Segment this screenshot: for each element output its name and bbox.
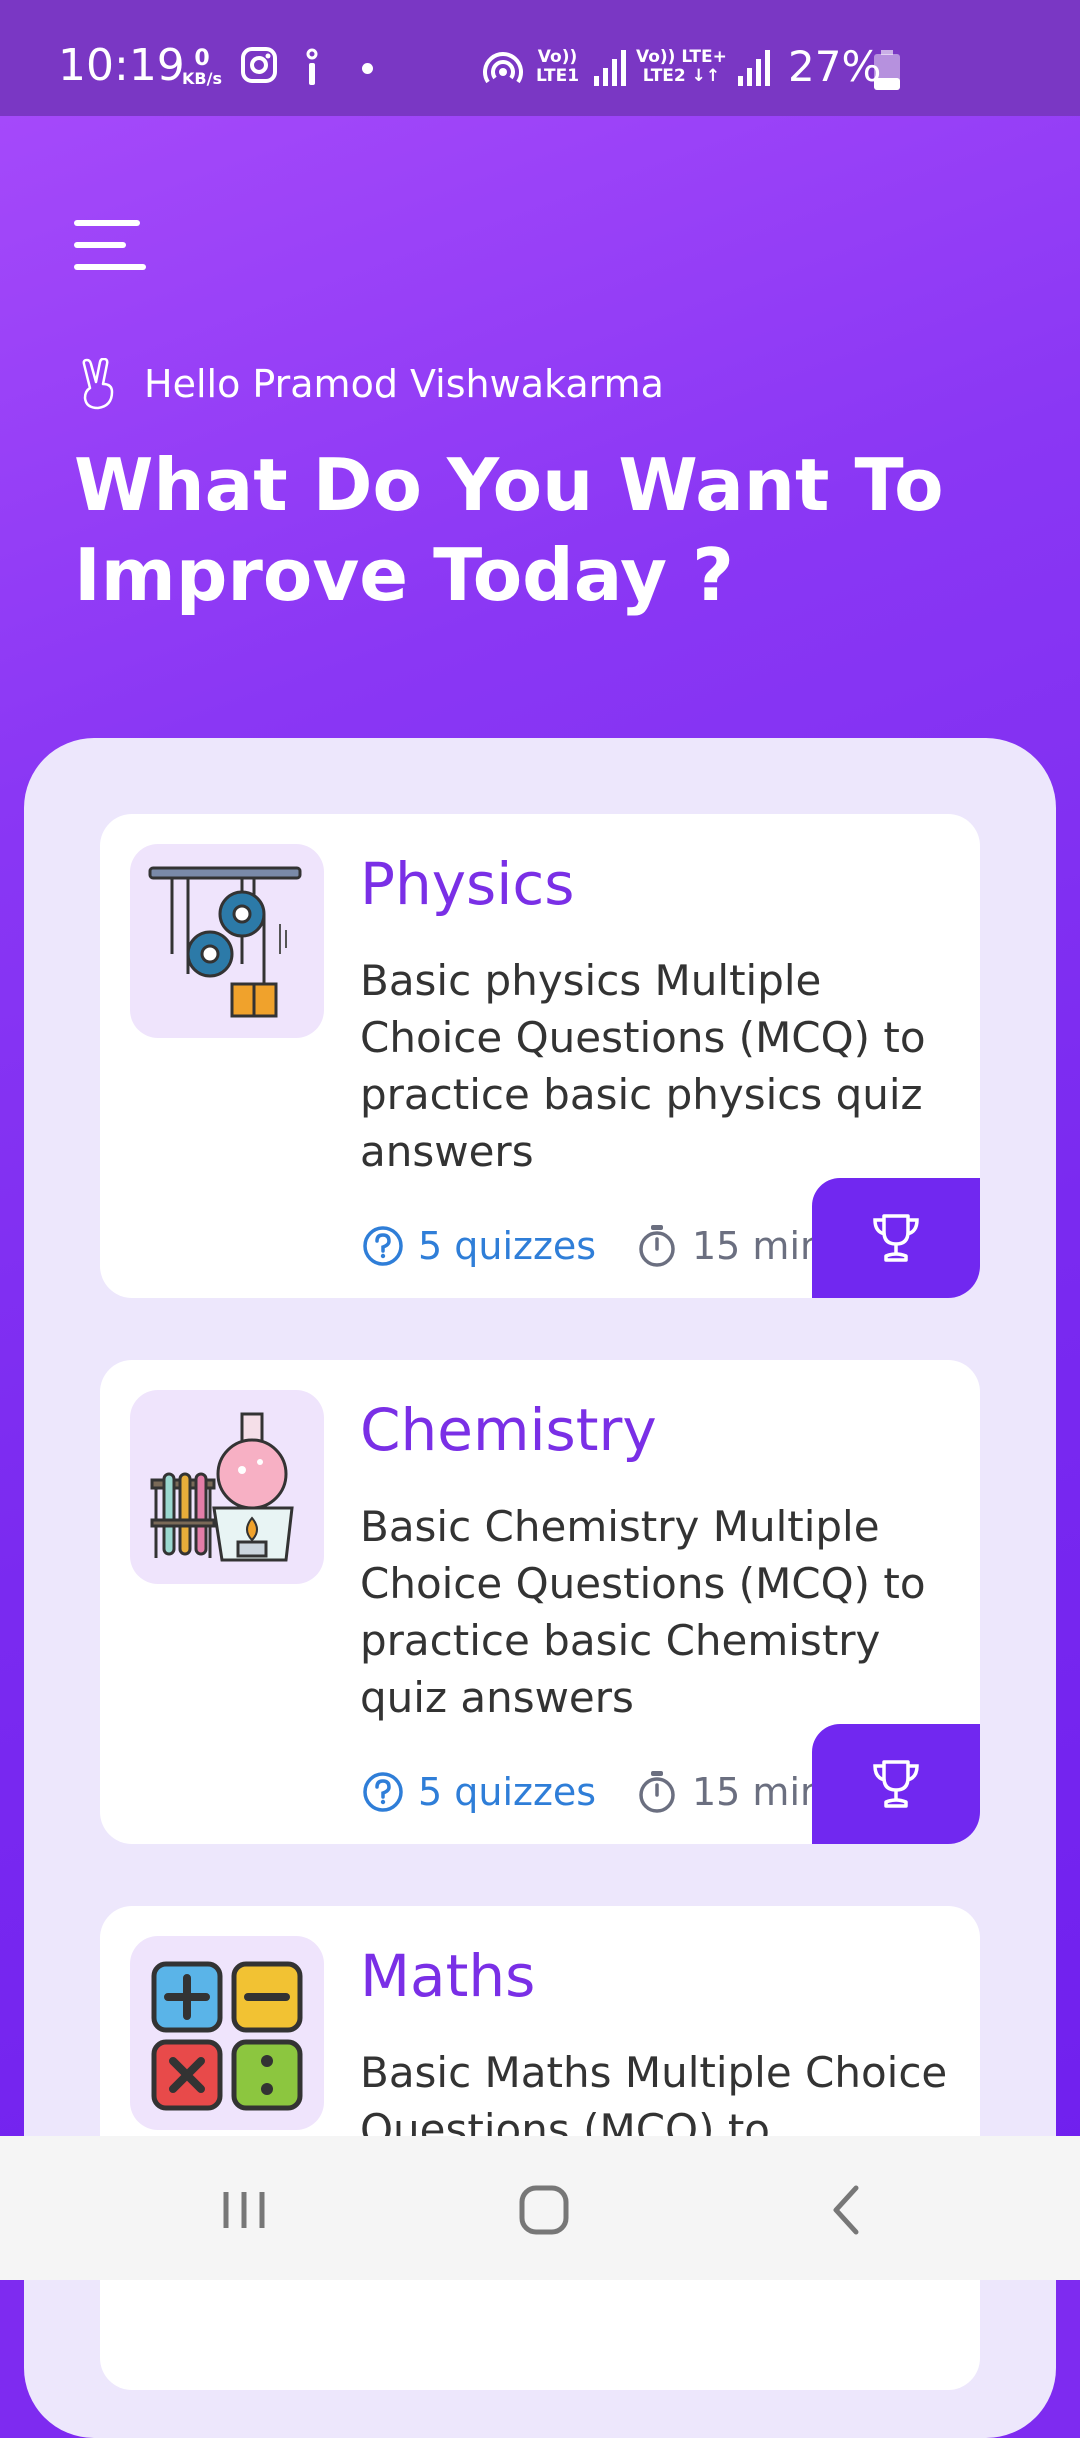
subject-thumbnail — [130, 844, 324, 1038]
trophy-icon — [873, 1760, 919, 1808]
trophy-icon — [873, 1214, 919, 1262]
subject-card-chemistry[interactable]: Chemistry Basic Chemistry Multiple Choic… — [100, 1360, 980, 1844]
quiz-count[interactable]: 5 quizzes — [362, 1224, 596, 1268]
timer-icon — [639, 1225, 675, 1267]
instagram-icon — [241, 47, 277, 83]
greeting: Hello Pramod Vishwakarma — [78, 358, 664, 410]
notification-dot — [362, 63, 373, 74]
signal-icon — [594, 50, 626, 86]
signal-icon — [738, 50, 770, 86]
menu-button[interactable] — [74, 220, 146, 272]
battery-icon — [874, 50, 900, 90]
back-button[interactable] — [818, 2180, 878, 2240]
menu-icon — [74, 220, 140, 226]
timer-icon — [639, 1771, 675, 1813]
status-bar: 10:19 0 KB/s Vo)) LTE1 Vo)) LTE+ LTE2 ↓↑ 2… — [0, 0, 1080, 116]
quiz-count-label: 5 quizzes — [418, 1770, 597, 1814]
page-headline: What Do You Want To Improve Today ? — [74, 443, 944, 617]
victory-hand-icon — [82, 358, 114, 410]
lte2-label: Vo)) LTE+ LTE2 ↓↑ — [636, 47, 727, 86]
question-circle-icon — [363, 1772, 403, 1812]
leaderboard-button[interactable] — [812, 1724, 980, 1844]
recent-apps-button[interactable] — [214, 2180, 274, 2240]
network-speed: 0 KB/s — [182, 46, 222, 88]
quiz-count-label: 5 quizzes — [418, 1224, 597, 1268]
subject-title: Physics — [360, 850, 575, 918]
subject-thumbnail — [130, 1390, 324, 1584]
leaderboard-button[interactable] — [812, 1178, 980, 1298]
pulley-icon — [148, 866, 302, 1018]
system-nav-bar — [0, 2136, 1080, 2280]
info-icon — [306, 48, 318, 85]
quiz-count[interactable]: 5 quizzes — [362, 1770, 596, 1814]
lab-flask-icon — [150, 1412, 294, 1562]
lte1-label: Vo)) LTE1 — [536, 47, 580, 86]
greeting-text: Hello Pramod Vishwakarma — [144, 362, 664, 406]
clock: 10:19 — [58, 40, 185, 91]
subject-description: Basic physics Multiple Choice Questions … — [360, 956, 926, 1176]
subject-card-physics[interactable]: Physics Basic physics Multiple Choice Qu… — [100, 814, 980, 1298]
subject-title: Maths — [360, 1942, 536, 2010]
home-button[interactable] — [514, 2180, 574, 2240]
subject-description: Basic Chemistry Multiple Choice Question… — [360, 1502, 926, 1722]
question-circle-icon — [363, 1226, 403, 1266]
subject-title: Chemistry — [360, 1396, 657, 1464]
battery-percent: 27% — [788, 42, 882, 91]
hotspot-icon — [483, 52, 523, 84]
math-operators-icon — [151, 1961, 303, 2111]
subject-thumbnail — [130, 1936, 324, 2130]
